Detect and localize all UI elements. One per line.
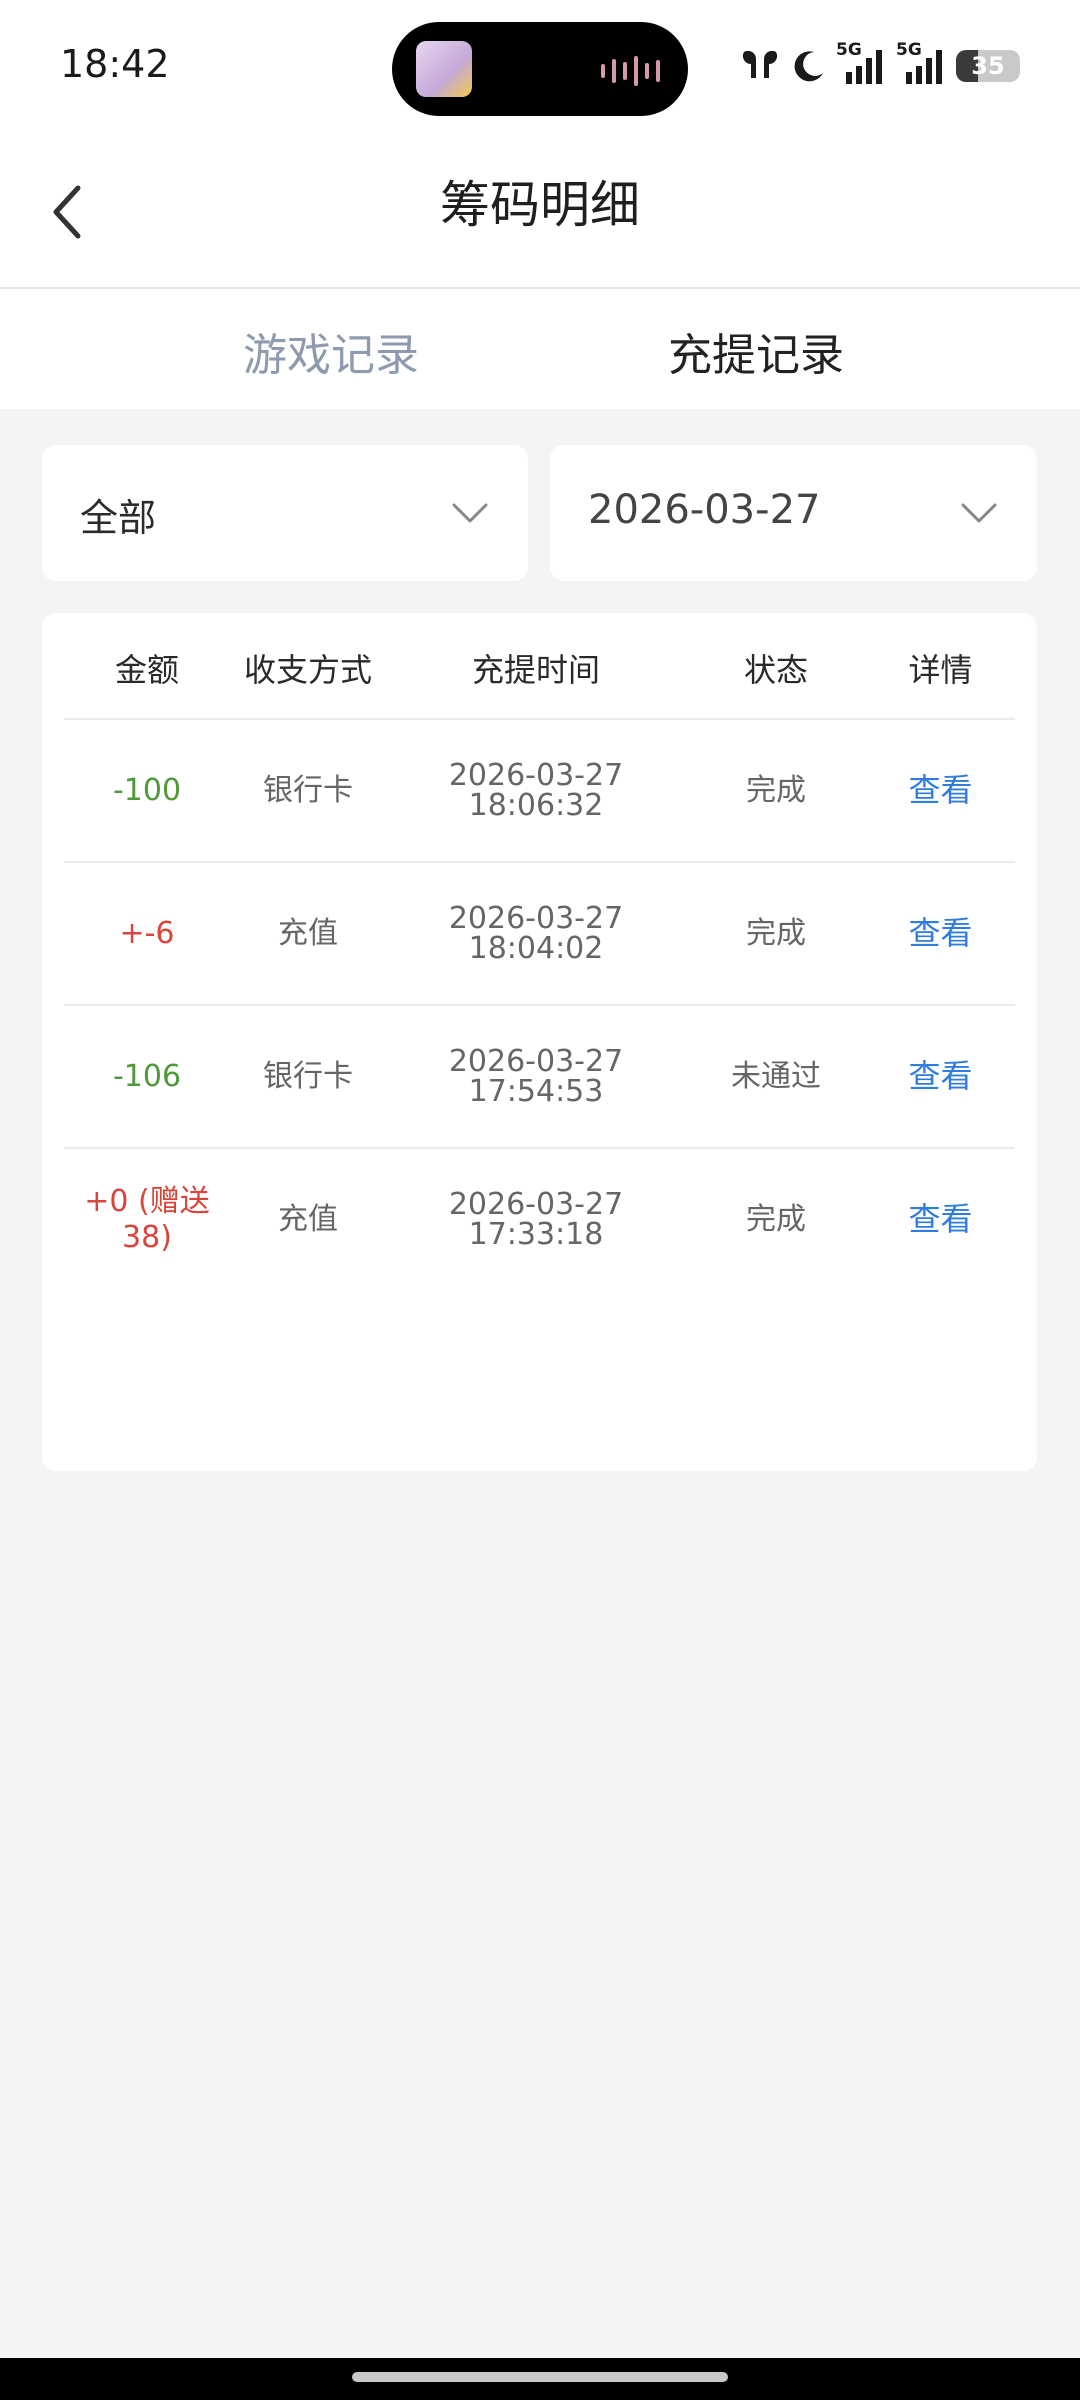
header-status: 状态 <box>743 651 808 689</box>
moon-icon <box>794 51 823 82</box>
header-detail: 详情 <box>908 651 973 689</box>
status-time: 18:42 <box>60 42 170 86</box>
chevron-down-icon <box>961 503 997 523</box>
battery-icon: 35 <box>956 50 1020 82</box>
app-screen: 18:42 5G 5G 35 筹码明细 游戏记录 充提记录 全部 2026-03… <box>0 0 1080 2400</box>
header: 筹码明细 <box>0 135 1080 289</box>
view-detail-link[interactable]: 查看 <box>866 863 1015 1004</box>
time-cell: 2026-03-27 17:33:18 <box>448 1186 624 1252</box>
method-cell: 充值 <box>278 1202 338 1237</box>
system-nav-bar <box>0 2358 1080 2400</box>
earbuds-icon <box>742 50 778 78</box>
amount-cell: -100 <box>112 772 182 808</box>
view-detail-link[interactable]: 查看 <box>866 1149 1015 1290</box>
header-time: 充提时间 <box>471 651 600 689</box>
method-cell: 银行卡 <box>263 773 353 808</box>
dynamic-island[interactable] <box>392 22 688 116</box>
table-row: -106 银行卡 2026-03-27 17:54:53 未通过 查看 <box>64 1006 1015 1149</box>
audio-wave-icon <box>601 56 660 86</box>
date-filter-select[interactable]: 2026-03-27 <box>550 445 1037 581</box>
status-icons: 5G 5G 35 <box>738 40 1020 86</box>
header-amount: 金额 <box>114 651 179 689</box>
now-playing-app-icon <box>416 41 472 97</box>
status-cell: 完成 <box>746 1202 806 1237</box>
status-bar: 18:42 5G 5G 35 <box>0 0 1080 135</box>
time-cell: 2026-03-27 18:06:32 <box>448 757 624 823</box>
table-header: 金额 收支方式 充提时间 状态 详情 <box>64 613 1015 720</box>
battery-level: 35 <box>971 52 1005 80</box>
tab-game-records[interactable]: 游戏记录 <box>243 319 419 383</box>
records-table: 金额 收支方式 充提时间 状态 详情 -100 银行卡 2026-03-27 18… <box>42 613 1037 1471</box>
signal-icon-2: 5G <box>896 40 946 86</box>
amount-cell: -106 <box>112 1058 182 1094</box>
view-detail-link[interactable]: 查看 <box>866 720 1015 861</box>
tab-bar: 游戏记录 充提记录 <box>0 289 1080 409</box>
table-row: -100 银行卡 2026-03-27 18:06:32 完成 查看 <box>64 720 1015 863</box>
page-title: 筹码明细 <box>440 176 640 234</box>
view-detail-link[interactable]: 查看 <box>866 1006 1015 1147</box>
chevron-down-icon <box>452 503 488 523</box>
amount-cell: +-6 <box>119 915 175 951</box>
method-cell: 充值 <box>278 916 338 951</box>
tab-recharge-records[interactable]: 充提记录 <box>668 319 844 383</box>
amount-cell: +0 (赠送38) <box>84 1183 210 1255</box>
status-cell: 未通过 <box>731 1059 821 1094</box>
time-cell: 2026-03-27 17:54:53 <box>448 1043 624 1109</box>
type-filter-value: 全部 <box>80 496 157 540</box>
type-filter-select[interactable]: 全部 <box>42 445 528 581</box>
time-cell: 2026-03-27 18:04:02 <box>448 900 624 966</box>
table-row: +-6 充值 2026-03-27 18:04:02 完成 查看 <box>64 863 1015 1006</box>
header-method: 收支方式 <box>243 651 372 689</box>
method-cell: 银行卡 <box>263 1059 353 1094</box>
table-row: +0 (赠送38) 充值 2026-03-27 17:33:18 完成 查看 <box>64 1149 1015 1290</box>
home-indicator[interactable] <box>352 2372 728 2382</box>
date-filter-value: 2026-03-27 <box>588 487 821 533</box>
signal-icon: 5G <box>836 40 886 86</box>
status-cell: 完成 <box>746 916 806 951</box>
status-cell: 完成 <box>746 773 806 808</box>
